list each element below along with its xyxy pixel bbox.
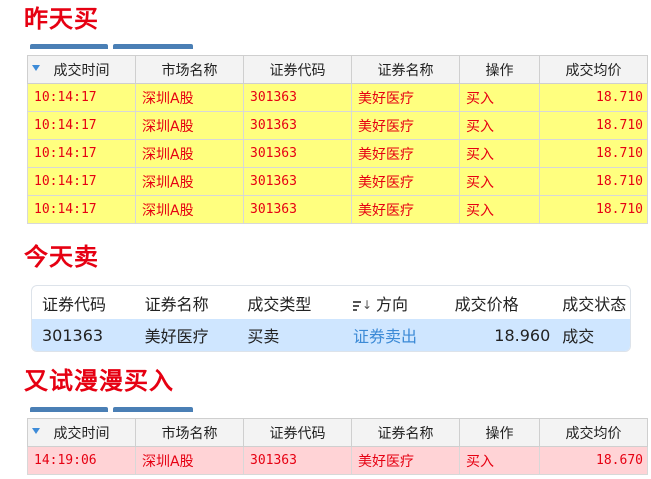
cell-market: 深圳A股	[135, 83, 244, 112]
col-header-time[interactable]: 成交时间	[27, 418, 136, 447]
cell-market: 深圳A股	[135, 195, 244, 224]
cell-action: 买入	[459, 111, 540, 140]
table-row[interactable]: 10:14:17 深圳A股 301363 美好医疗 买入 18.710	[27, 139, 648, 168]
cell-name: 美好医疗	[351, 139, 460, 168]
cell-code: 301363	[243, 167, 352, 196]
tab-2[interactable]	[113, 407, 193, 412]
cell-price: 18.710	[539, 111, 648, 140]
cell-action: 买入	[459, 139, 540, 168]
table-row[interactable]: 10:14:17 深圳A股 301363 美好医疗 买入 18.710	[27, 83, 648, 112]
col-header-code[interactable]: 证券代码	[243, 418, 352, 447]
section-title-buy-yesterday: 昨天买	[24, 5, 99, 33]
cell-trade-type: 买卖	[247, 327, 280, 346]
col-header-name[interactable]: 证券名称	[137, 291, 240, 315]
cell-code: 301363	[243, 195, 352, 224]
cell-name: 美好医疗	[144, 327, 209, 346]
section-title-sell-today: 今天卖	[24, 243, 99, 271]
cell-action: 买入	[459, 83, 540, 112]
panel-header-row: 证券代码 证券名称 成交类型 ↓ 方向 成交价格 成交状态	[32, 286, 630, 319]
col-header-code[interactable]: 证券代码	[32, 291, 137, 315]
table-row[interactable]: 10:14:17 深圳A股 301363 美好医疗 买入 18.710	[27, 195, 648, 224]
cell-name: 美好医疗	[351, 83, 460, 112]
col-header-name[interactable]: 证券名称	[351, 418, 460, 447]
cell-market: 深圳A股	[135, 167, 244, 196]
cell-market: 深圳A股	[135, 111, 244, 140]
panel-data-row[interactable]: 301363 美好医疗 买卖 证券卖出 18.960 成交	[32, 319, 630, 351]
col-header-avg-price[interactable]: 成交均价	[539, 55, 648, 84]
cell-action: 买入	[459, 167, 540, 196]
cell-price: 18.710	[539, 195, 648, 224]
col-header-time[interactable]: 成交时间	[27, 55, 136, 84]
col-header-avg-price[interactable]: 成交均价	[539, 418, 648, 447]
cell-action: 买入	[459, 446, 540, 475]
cell-time: 10:14:17	[27, 111, 136, 140]
col-header-price[interactable]: 成交价格	[447, 291, 559, 315]
table-row[interactable]: 10:14:17 深圳A股 301363 美好医疗 买入 18.710	[27, 111, 648, 140]
cell-price: 18.710	[539, 83, 648, 112]
sort-down-icon	[32, 428, 40, 434]
cell-price: 18.960	[494, 325, 551, 345]
col-header-trade-type[interactable]: 成交类型	[239, 291, 345, 315]
sell-panel: 证券代码 证券名称 成交类型 ↓ 方向 成交价格 成交状态 301363 美好医…	[31, 285, 631, 352]
col-header-market[interactable]: 市场名称	[135, 55, 244, 84]
col-header-action[interactable]: 操作	[459, 55, 540, 84]
cell-time: 10:14:17	[27, 139, 136, 168]
table-row[interactable]: 14:19:06 深圳A股 301363 美好医疗 买入 18.670	[27, 446, 648, 475]
cell-price: 18.710	[539, 139, 648, 168]
cell-time: 10:14:17	[27, 83, 136, 112]
col-header-name[interactable]: 证券名称	[351, 55, 460, 84]
cell-time: 10:14:17	[27, 195, 136, 224]
cell-status: 成交	[562, 327, 595, 346]
table-header-row: 成交时间 市场名称 证券代码 证券名称 操作 成交均价	[27, 55, 648, 84]
cell-name: 美好医疗	[351, 446, 460, 475]
trade-table: 成交时间 市场名称 证券代码 证券名称 操作 成交均价 10:14:17 深圳A股…	[27, 55, 648, 224]
cell-market: 深圳A股	[135, 446, 244, 475]
cell-price: 18.670	[539, 446, 648, 475]
sort-descending-icon[interactable]: ↓	[352, 295, 372, 311]
cell-code: 301363	[243, 111, 352, 140]
cell-code: 301363	[243, 83, 352, 112]
cell-code: 301363	[243, 139, 352, 168]
rebuy-table: 成交时间 市场名称 证券代码 证券名称 操作 成交均价 14:19:06 深圳A股…	[27, 418, 648, 475]
cell-time: 14:19:06	[27, 446, 136, 475]
cell-market: 深圳A股	[135, 139, 244, 168]
col-header-action[interactable]: 操作	[459, 418, 540, 447]
cell-name: 美好医疗	[351, 167, 460, 196]
section-title-buy-again: 又试漫漫买入	[24, 367, 174, 395]
cell-code: 301363	[243, 446, 352, 475]
tab-2[interactable]	[113, 44, 193, 49]
tab-1[interactable]	[30, 407, 108, 412]
tab-1[interactable]	[30, 44, 108, 49]
col-header-market[interactable]: 市场名称	[135, 418, 244, 447]
table-row[interactable]: 10:14:17 深圳A股 301363 美好医疗 买入 18.710	[27, 167, 648, 196]
cell-action: 买入	[459, 195, 540, 224]
cell-direction: 证券卖出	[352, 327, 417, 346]
col-header-status[interactable]: 成交状态	[558, 291, 630, 315]
col-header-code[interactable]: 证券代码	[243, 55, 352, 84]
cell-time: 10:14:17	[27, 167, 136, 196]
col-header-direction[interactable]: ↓ 方向	[345, 291, 447, 315]
sort-down-icon	[32, 65, 40, 71]
table-header-row: 成交时间 市场名称 证券代码 证券名称 操作 成交均价	[27, 418, 648, 447]
cell-price: 18.710	[539, 167, 648, 196]
cell-code: 301363	[42, 325, 104, 345]
cell-name: 美好医疗	[351, 195, 460, 224]
cell-name: 美好医疗	[351, 111, 460, 140]
